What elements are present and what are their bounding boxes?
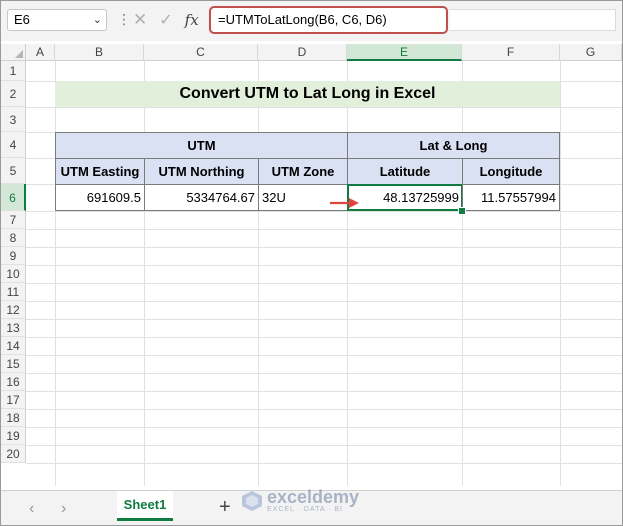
chevron-right-icon[interactable]: › [61,500,66,518]
gridline-vertical [144,61,145,486]
name-box[interactable]: E6 ⌄ [7,9,107,31]
gridline-vertical [462,61,463,486]
row-header-20[interactable]: 20 [1,445,26,463]
gridline-horizontal [26,229,622,230]
watermark-name: exceldemy [267,487,360,507]
red-arrow-icon [330,198,359,208]
row-header-18[interactable]: 18 [1,409,26,427]
more-options-icon[interactable]: ⋮ [117,11,131,28]
gridline-vertical [258,61,259,486]
name-box-value: E6 [14,12,30,27]
header-utm-northing[interactable]: UTM Northing [144,158,259,185]
exceldemy-watermark: exceldemy EXCEL · DATA · BI [241,488,359,513]
gridline-horizontal [26,373,622,374]
chevron-down-icon[interactable]: ⌄ [93,10,102,30]
row-header-15[interactable]: 15 [1,355,26,373]
cell-b6-easting[interactable]: 691609.5 [55,184,145,211]
gridline-horizontal [26,319,622,320]
row-header-19[interactable]: 19 [1,427,26,445]
gridline-vertical [560,61,561,486]
column-header-g[interactable]: G [560,44,622,61]
row-header-4[interactable]: 4 [1,132,26,158]
column-header-d[interactable]: D [258,44,347,61]
cell-c6-northing[interactable]: 5334764.67 [144,184,259,211]
header-latitude[interactable]: Latitude [347,158,463,185]
gridline-horizontal [26,409,622,410]
chevron-left-icon[interactable]: ‹ [29,500,34,518]
insert-function-icon[interactable]: fx [185,11,199,29]
header-utm-easting[interactable]: UTM Easting [55,158,145,185]
column-header-f[interactable]: F [462,44,560,61]
plus-icon[interactable]: + [219,496,231,519]
row-header-7[interactable]: 7 [1,211,26,229]
fill-handle[interactable] [458,207,466,215]
gridline-vertical [347,61,348,486]
column-header-a[interactable]: A [26,44,55,61]
sheet-title[interactable]: Convert UTM to Lat Long in Excel [55,81,560,107]
gridline-horizontal [26,283,622,284]
tab-sheet1[interactable]: Sheet1 [117,491,173,521]
row-header-1[interactable]: 1 [1,61,26,81]
column-header-e[interactable]: E [347,44,462,61]
row-header-6[interactable]: 6 [1,184,26,211]
gridline-horizontal [26,355,622,356]
row-header-16[interactable]: 16 [1,373,26,391]
gridline-horizontal [26,463,622,464]
row-header-3[interactable]: 3 [1,107,26,132]
row-header-12[interactable]: 12 [1,301,26,319]
gridline-horizontal [26,247,622,248]
watermark-tagline: EXCEL · DATA · BI [267,506,343,513]
select-all-button[interactable] [1,44,26,61]
row-header-17[interactable]: 17 [1,391,26,409]
checkmark-icon[interactable]: ✓ [159,10,172,30]
exceldemy-logo-icon [242,490,262,511]
row-header-2[interactable]: 2 [1,81,26,107]
row-header-5[interactable]: 5 [1,158,26,184]
group-header-utm[interactable]: UTM [55,132,348,159]
gridline-vertical [55,61,56,486]
gridline-horizontal [26,107,622,108]
formula-input[interactable]: =UTMToLatLong(B6, C6, D6) [209,6,448,34]
gridline-horizontal [26,427,622,428]
formula-input-extension[interactable] [450,9,616,31]
row-header-9[interactable]: 9 [1,247,26,265]
row-header-10[interactable]: 10 [1,265,26,283]
excel-window: E6 ⌄ ⋮ ✕ ✓ fx =UTMToLatLong(B6, C6, D6) … [0,0,623,526]
gridline-horizontal [26,337,622,338]
cell-f6-longitude[interactable]: 11.57557994 [462,184,560,211]
formula-bar: E6 ⌄ ⋮ ✕ ✓ fx =UTMToLatLong(B6, C6, D6) [1,1,622,41]
gridline-horizontal [26,211,622,212]
row-header-11[interactable]: 11 [1,283,26,301]
column-header-c[interactable]: C [144,44,258,61]
header-utm-zone[interactable]: UTM Zone [258,158,348,185]
row-header-8[interactable]: 8 [1,229,26,247]
gridline-horizontal [26,301,622,302]
row-header-14[interactable]: 14 [1,337,26,355]
gridline-horizontal [26,445,622,446]
close-icon[interactable]: ✕ [133,10,147,30]
cell-e6-latitude[interactable]: 48.13725999 [347,184,463,211]
column-header-b[interactable]: B [55,44,144,61]
header-longitude[interactable]: Longitude [462,158,560,185]
gridline-horizontal [26,265,622,266]
gridline-horizontal [26,391,622,392]
group-header-lat-long[interactable]: Lat & Long [347,132,560,159]
row-header-13[interactable]: 13 [1,319,26,337]
